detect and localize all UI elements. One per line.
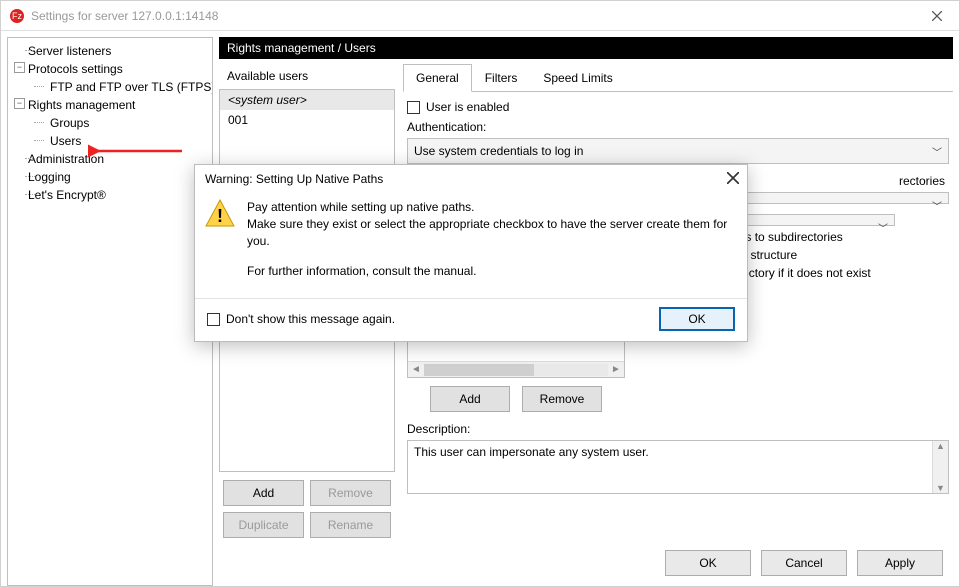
dont-show-again-row[interactable]: Don't show this message again. — [207, 312, 395, 326]
expander-icon[interactable]: − — [14, 62, 25, 73]
add-user-button[interactable]: Add — [223, 480, 304, 506]
tree-protocols-settings[interactable]: −Protocols settings — [10, 60, 210, 78]
tree-label: Users — [50, 134, 81, 148]
description-text: This user can impersonate any system use… — [414, 445, 649, 459]
rename-user-button[interactable]: Rename — [310, 512, 391, 538]
user-enabled-label: User is enabled — [426, 100, 509, 114]
horizontal-scrollbar[interactable]: ◄ ► — [408, 361, 624, 377]
description-textarea[interactable]: This user can impersonate any system use… — [407, 440, 949, 494]
tree-ftp-ftps[interactable]: FTP and FTP over TLS (FTPS) — [10, 78, 210, 96]
dialog-text: Pay attention while setting up native pa… — [247, 199, 733, 280]
titlebar: Fz Settings for server 127.0.0.1:14148 — [1, 1, 959, 31]
cancel-button[interactable]: Cancel — [761, 550, 847, 576]
scroll-right-icon[interactable]: ► — [608, 364, 624, 375]
window-close-button[interactable] — [914, 1, 959, 31]
mount-buttons: Add Remove — [407, 378, 625, 416]
checkbox-icon[interactable] — [207, 313, 220, 326]
combo-value: Use system credentials to log in — [414, 144, 583, 158]
tree-label: Groups — [50, 116, 89, 130]
tree-label: Let's Encrypt® — [28, 188, 106, 202]
tree-lets-encrypt[interactable]: Let's Encrypt® — [10, 186, 210, 204]
ok-button[interactable]: OK — [665, 550, 751, 576]
tree-administration[interactable]: Administration — [10, 150, 210, 168]
section-header: Rights management / Users — [219, 37, 953, 59]
tree-label: Logging — [28, 170, 71, 184]
filezilla-icon: Fz — [9, 8, 25, 24]
window-title: Settings for server 127.0.0.1:14148 — [31, 9, 218, 23]
tree-label: Server listeners — [28, 44, 111, 58]
dialog-line: Pay attention while setting up native pa… — [247, 199, 733, 216]
duplicate-user-button[interactable]: Duplicate — [223, 512, 304, 538]
available-users-label: Available users — [219, 63, 395, 89]
warning-dialog: Warning: Setting Up Native Paths ! Pay a… — [194, 164, 748, 342]
scroll-track[interactable] — [424, 364, 608, 376]
tree-groups[interactable]: Groups — [10, 114, 210, 132]
tab-general[interactable]: General — [403, 64, 472, 92]
authentication-label: Authentication: — [407, 118, 949, 134]
authentication-select[interactable]: Use system credentials to log in — [407, 138, 949, 164]
tree-label: FTP and FTP over TLS (FTPS) — [50, 80, 213, 94]
description-label: Description: — [407, 420, 949, 436]
dialog-buttons: OK Cancel Apply — [219, 542, 953, 586]
tree-label: Protocols settings — [28, 62, 123, 76]
scroll-left-icon[interactable]: ◄ — [408, 364, 424, 375]
user-row[interactable]: <system user> — [220, 90, 394, 110]
expander-icon[interactable]: − — [14, 98, 25, 109]
vertical-scrollbar[interactable]: ▲▼ — [932, 441, 948, 493]
svg-text:Fz: Fz — [12, 11, 22, 21]
dialog-titlebar: Warning: Setting Up Native Paths — [195, 165, 747, 193]
scroll-thumb[interactable] — [424, 364, 534, 376]
close-icon — [727, 172, 739, 184]
mount-remove-button[interactable]: Remove — [522, 386, 602, 412]
tree-label: Rights management — [28, 98, 135, 112]
user-row[interactable]: 001 — [220, 110, 394, 130]
dialog-body: ! Pay attention while setting up native … — [195, 193, 747, 298]
tabs: General Filters Speed Limits — [403, 63, 953, 92]
users-buttons: Add Remove Duplicate Rename — [219, 472, 395, 542]
tree-users[interactable]: Users — [10, 132, 210, 150]
tree-logging[interactable]: Logging — [10, 168, 210, 186]
tree-server-listeners[interactable]: Server listeners — [10, 42, 210, 60]
close-icon — [932, 11, 942, 21]
tree-rights-management[interactable]: −Rights management — [10, 96, 210, 114]
dialog-footer: Don't show this message again. OK — [195, 298, 747, 341]
user-enabled-row[interactable]: User is enabled — [407, 100, 949, 114]
tab-filters[interactable]: Filters — [472, 64, 531, 92]
dialog-title: Warning: Setting Up Native Paths — [205, 172, 383, 186]
tree-label: Administration — [28, 152, 104, 166]
warning-icon: ! — [205, 199, 235, 227]
dialog-close-button[interactable] — [727, 171, 739, 187]
svg-text:!: ! — [217, 206, 223, 226]
dialog-ok-button[interactable]: OK — [659, 307, 735, 331]
nav-tree: Server listeners −Protocols settings FTP… — [7, 37, 213, 586]
remove-user-button[interactable]: Remove — [310, 480, 391, 506]
tab-speed-limits[interactable]: Speed Limits — [530, 64, 625, 92]
scroll-down-icon[interactable]: ▼ — [936, 483, 945, 493]
mount-add-button[interactable]: Add — [430, 386, 510, 412]
apply-button[interactable]: Apply — [857, 550, 943, 576]
checkbox-icon[interactable] — [407, 101, 420, 114]
dialog-line: For further information, consult the man… — [247, 263, 733, 280]
dialog-line: Make sure they exist or select the appro… — [247, 216, 733, 250]
dont-show-label: Don't show this message again. — [226, 312, 395, 326]
scroll-up-icon[interactable]: ▲ — [936, 441, 945, 451]
